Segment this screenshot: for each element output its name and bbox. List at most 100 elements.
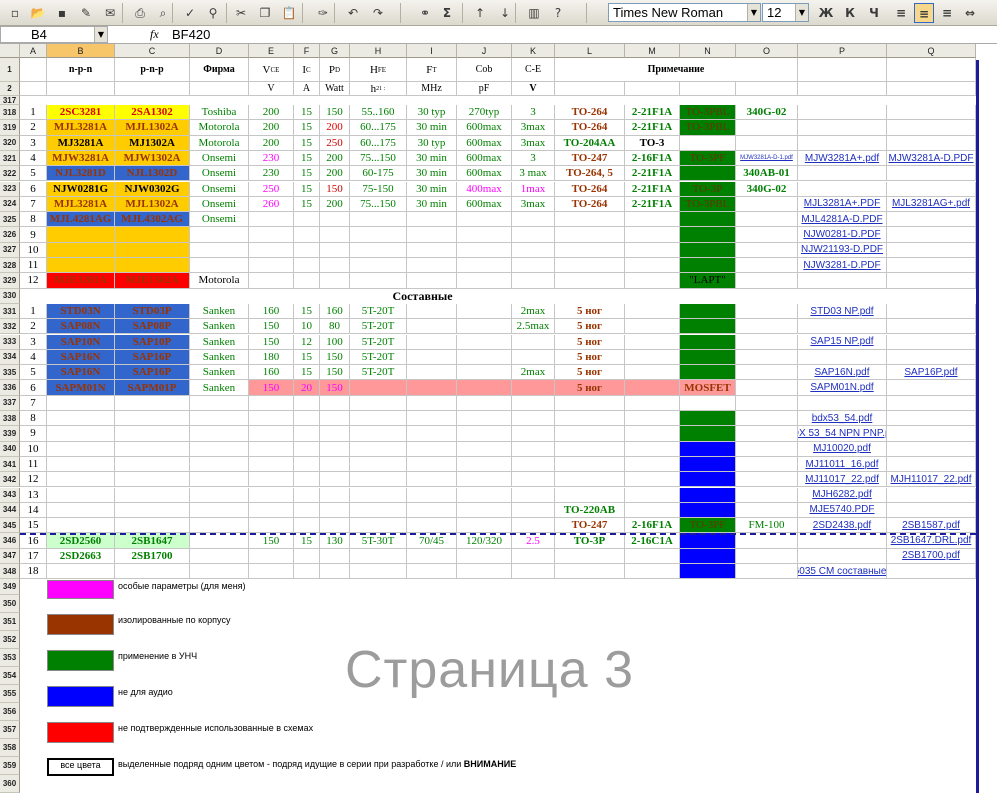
cell-k[interactable]	[512, 212, 555, 228]
cell-d[interactable]: Sanken	[190, 334, 249, 350]
cell[interactable]	[798, 58, 887, 82]
cell-k[interactable]: 2.5	[512, 533, 555, 549]
cell-p[interactable]: MJL3281A+.PDF	[798, 196, 887, 213]
row-header[interactable]: 344	[0, 502, 20, 519]
cell-l[interactable]	[555, 411, 625, 427]
save-icon[interactable]: ▪	[52, 3, 72, 23]
cell-n[interactable]: TO-3P	[680, 181, 736, 197]
row-header[interactable]: 360	[0, 774, 20, 793]
cell-g[interactable]: 150	[320, 105, 350, 121]
cell-o[interactable]	[736, 502, 798, 519]
column-header-m[interactable]: M	[625, 44, 680, 58]
cell-j[interactable]	[457, 548, 512, 564]
column-header-c[interactable]: C	[115, 44, 190, 58]
cell-l[interactable]	[555, 227, 625, 243]
cell-k[interactable]	[512, 472, 555, 488]
cell-o[interactable]	[736, 395, 798, 411]
new-icon[interactable]: ▫	[5, 3, 25, 23]
cell[interactable]: V	[249, 82, 294, 96]
cell-j[interactable]: 600max	[457, 166, 512, 182]
cell-l[interactable]	[555, 441, 625, 457]
cell-l[interactable]	[555, 395, 625, 411]
cell-f[interactable]	[294, 502, 320, 519]
row-header[interactable]: 319	[0, 120, 20, 136]
cell-o[interactable]	[736, 365, 798, 381]
cell-f[interactable]	[294, 227, 320, 243]
cell-b[interactable]	[47, 258, 115, 274]
cell-c[interactable]: MJL4302AG	[115, 212, 190, 228]
row-header[interactable]: 326	[0, 227, 20, 243]
cell-a[interactable]: 10	[20, 242, 47, 258]
cell-g[interactable]	[320, 212, 350, 228]
cell-i[interactable]	[407, 441, 457, 457]
cell-l[interactable]: 5 ног	[555, 319, 625, 335]
cell-o[interactable]	[736, 242, 798, 258]
cell-k[interactable]	[512, 426, 555, 442]
row-header[interactable]: 1	[0, 58, 20, 82]
cell-l[interactable]: TO-247	[555, 150, 625, 167]
cell-a[interactable]: 6	[20, 181, 47, 197]
cell-k[interactable]	[512, 349, 555, 366]
italic-button[interactable]: К	[840, 3, 860, 23]
cell-i[interactable]	[407, 319, 457, 335]
justify-icon[interactable]: ⇔	[960, 3, 980, 23]
chevron-down-icon[interactable]: ▼	[795, 4, 808, 21]
column-header-n[interactable]: N	[680, 44, 736, 58]
cell-f[interactable]	[294, 258, 320, 274]
cell-p[interactable]	[798, 135, 887, 151]
cell-i[interactable]: 30 typ	[407, 105, 457, 121]
cell-h[interactable]	[350, 395, 407, 411]
redo-icon[interactable]: ↷	[368, 3, 388, 23]
cell-i[interactable]	[407, 349, 457, 366]
cell-b[interactable]	[47, 426, 115, 442]
cell-a[interactable]: 4	[20, 150, 47, 167]
cell-n[interactable]	[680, 472, 736, 488]
cell-i[interactable]	[407, 502, 457, 519]
cell-e[interactable]: 160	[249, 303, 294, 320]
formula-value[interactable]: BF420	[172, 27, 210, 42]
cell-m[interactable]	[625, 212, 680, 228]
cell-a[interactable]: 2	[20, 319, 47, 335]
select-all-corner[interactable]	[0, 44, 20, 58]
cell-h[interactable]: 5T-30T	[350, 533, 407, 549]
cell-e[interactable]	[249, 518, 294, 534]
cell-k[interactable]: 3max	[512, 135, 555, 151]
cell-b[interactable]	[47, 441, 115, 457]
cell-d[interactable]	[190, 242, 249, 258]
cell-o[interactable]	[736, 456, 798, 473]
cell-h[interactable]: 5T-20T	[350, 334, 407, 350]
column-header-a[interactable]: A	[20, 44, 47, 58]
cell-i[interactable]	[407, 227, 457, 243]
cell-g[interactable]: 200	[320, 166, 350, 182]
cell-p[interactable]: 2SD2438.pdf	[798, 518, 887, 534]
row-header[interactable]: 357	[0, 720, 20, 739]
cell-c[interactable]: SAPM01P	[115, 380, 190, 396]
cell-m[interactable]: 2-16F1A	[625, 518, 680, 534]
cell-d[interactable]: Sanken	[190, 380, 249, 396]
cell-g[interactable]	[320, 411, 350, 427]
cell-o[interactable]	[736, 227, 798, 243]
cell-k[interactable]: 3max	[512, 196, 555, 213]
cell-h[interactable]: 60...175	[350, 120, 407, 136]
cell-f[interactable]	[294, 426, 320, 442]
cell-l[interactable]	[555, 258, 625, 274]
cell-q[interactable]	[887, 349, 976, 366]
cell-p[interactable]	[798, 181, 887, 197]
cell-m[interactable]	[625, 273, 680, 289]
cell-b[interactable]: MJL4281AG	[47, 212, 115, 228]
cell-o[interactable]	[736, 564, 798, 580]
cell-h[interactable]	[350, 548, 407, 564]
cell-d[interactable]	[190, 548, 249, 564]
cell-q[interactable]	[887, 181, 976, 197]
cell-b[interactable]: NJL3281D	[47, 166, 115, 182]
cell-f[interactable]	[294, 564, 320, 580]
cell-j[interactable]	[457, 365, 512, 381]
cell-e[interactable]	[249, 487, 294, 503]
cell-h[interactable]	[350, 487, 407, 503]
cell-m[interactable]	[625, 380, 680, 396]
cell-j[interactable]	[457, 395, 512, 411]
cell-d[interactable]	[190, 441, 249, 457]
cell-i[interactable]	[407, 411, 457, 427]
cell-m[interactable]	[625, 319, 680, 335]
column-header-f[interactable]: F	[294, 44, 320, 58]
